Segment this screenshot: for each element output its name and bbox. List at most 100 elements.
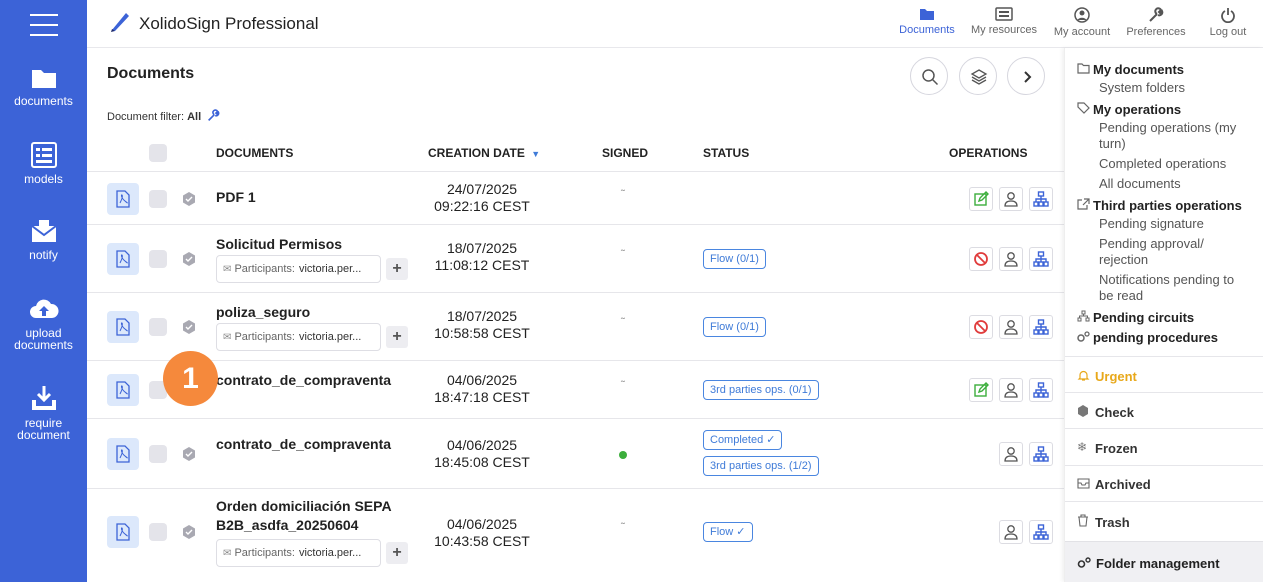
pending-signature[interactable]: Pending signature [1099,216,1259,232]
op-edit-button[interactable] [969,186,993,211]
op-tree-button[interactable] [1029,315,1053,339]
pdf-file-button[interactable] [107,182,139,215]
all-documents[interactable]: All documents [1099,176,1259,192]
document-name[interactable]: Solicitud Permisos [216,235,401,254]
folder-management-button[interactable]: Folder management [1065,541,1263,582]
column-header-creation-date[interactable]: CREATION DATE ▼ [428,146,540,160]
folder-check[interactable]: Check [1095,405,1134,420]
table-row[interactable]: PDF 1 24/07/2025 09:22:16 CEST ˜ [87,171,1064,224]
op-tree-button[interactable] [1029,442,1053,466]
op-tree-button[interactable] [1029,378,1053,402]
layers-button[interactable] [959,57,997,95]
document-name[interactable]: poliza_seguro [216,303,401,322]
hexagon-check-icon [183,191,195,206]
pdf-icon [116,318,130,336]
time-value: 10:43:58 CEST [434,533,530,549]
op-user-button[interactable] [999,378,1023,402]
sidebar-item-upload[interactable]: upload documents [0,296,87,351]
column-header-signed[interactable]: SIGNED [602,146,648,160]
row-checkbox[interactable] [149,523,167,541]
op-user-button[interactable] [999,315,1023,339]
document-name[interactable]: PDF 1 [216,188,401,207]
op-ban-button[interactable] [969,315,993,339]
pending-approval[interactable]: Pending approval/ rejection [1099,236,1229,268]
folder-urgent[interactable]: Urgent [1095,369,1137,384]
pdf-file-button[interactable] [107,438,139,470]
op-user-button[interactable] [999,442,1023,466]
sidebar-item-require[interactable]: require document [0,384,87,441]
table-row[interactable]: Orden domiciliación SEPA B2B_asdfa_20250… [87,488,1064,574]
cloud-upload-icon [29,299,59,318]
notifications-pending[interactable]: Notifications pending to be read [1099,272,1249,304]
column-header-label: CREATION DATE [428,146,525,160]
op-edit-button[interactable] [969,378,993,402]
pdf-file-button[interactable] [107,374,139,406]
row-checkbox[interactable] [149,445,167,463]
menu-icon[interactable] [30,12,58,36]
sitemap-icon [1033,524,1049,540]
pdf-file-button[interactable] [107,243,139,275]
completed-operations[interactable]: Completed operations [1099,156,1259,172]
wrench-icon[interactable] [207,109,220,122]
document-name[interactable]: contrato_de_compraventa [216,371,401,390]
folder-frozen[interactable]: Frozen [1095,441,1138,456]
divider [1065,465,1263,466]
participants-field[interactable]: ✉ Participants: victoria.per... [216,323,381,351]
sitemap-icon [1033,251,1049,267]
form-icon [30,142,57,168]
select-all-checkbox[interactable] [149,144,167,162]
column-header-operations[interactable]: OPERATIONS [949,146,1027,160]
date-value: 04/06/2025 [446,516,518,532]
pending-operations[interactable]: Pending operations (my turn) [1099,120,1249,152]
folder-trash[interactable]: Trash [1095,515,1130,530]
topnav-my-account[interactable]: My account [1046,7,1118,38]
pdf-file-button[interactable] [107,516,139,548]
table-row[interactable]: contrato_de_compraventa 04/06/2025 18:45:0… [87,418,1064,488]
hexagon-check-icon [183,525,195,539]
expand-panel-button[interactable] [1007,57,1045,95]
column-header-status[interactable]: STATUS [703,146,749,160]
add-participant-button[interactable]: + [386,542,408,564]
my-documents[interactable]: My documents [1093,62,1184,77]
sidebar-item-documents[interactable]: documents [0,66,87,107]
row-checkbox[interactable] [149,318,167,336]
table-row[interactable]: contrato_de_compraventa 04/06/2025 18:47:1… [87,360,1064,418]
sidebar-item-models[interactable]: models [0,142,87,185]
topnav-my-resources[interactable]: My resources [968,7,1040,36]
topnav-log-out[interactable]: Log out [1192,7,1263,38]
op-tree-button[interactable] [1029,186,1053,211]
pdf-file-button[interactable] [107,311,139,343]
pdf-icon [116,250,130,268]
op-tree-button[interactable] [1029,520,1053,544]
op-user-button[interactable] [999,186,1023,211]
folder-archived[interactable]: Archived [1095,477,1151,492]
topnav-documents[interactable]: Documents [891,7,963,36]
add-participant-button[interactable]: + [386,258,408,280]
op-user-button[interactable] [999,520,1023,544]
topnav-preferences[interactable]: Preferences [1120,7,1192,38]
participants-field[interactable]: ✉ Participants: victoria.per... [216,255,381,283]
table-row[interactable]: Solicitud Permisos ✉ Participants: victori… [87,224,1064,292]
row-checkbox[interactable] [149,189,167,208]
date-value: 18/07/2025 [446,240,518,256]
search-button[interactable] [910,57,948,95]
system-folders[interactable]: System folders [1099,80,1259,96]
add-participant-button[interactable]: + [386,326,408,348]
sidebar-item-notify[interactable]: notify [0,218,87,261]
row-checkbox[interactable] [149,250,167,268]
my-operations[interactable]: My operations [1093,102,1181,117]
op-user-button[interactable] [999,247,1023,271]
op-tree-button[interactable] [1029,247,1053,271]
archive-icon [1077,478,1090,489]
op-ban-button[interactable] [969,247,993,271]
pending-circuits[interactable]: Pending circuits [1093,310,1194,325]
snowflake-icon: ❄ [1077,440,1088,454]
participants-field[interactable]: ✉ Participants: victoria.per... [216,539,381,567]
column-header-documents[interactable]: DOCUMENTS [216,146,293,160]
download-tray-icon [31,386,56,410]
document-name[interactable]: contrato_de_compraventa [216,435,401,454]
table-row[interactable]: poliza_seguro ✉ Participants: victoria.per… [87,292,1064,360]
document-name[interactable]: Orden domiciliación SEPA B2B_asdfa_20250… [216,497,401,535]
third-parties-operations[interactable]: Third parties operations [1093,198,1242,213]
pending-procedures[interactable]: pending procedures [1093,330,1218,345]
